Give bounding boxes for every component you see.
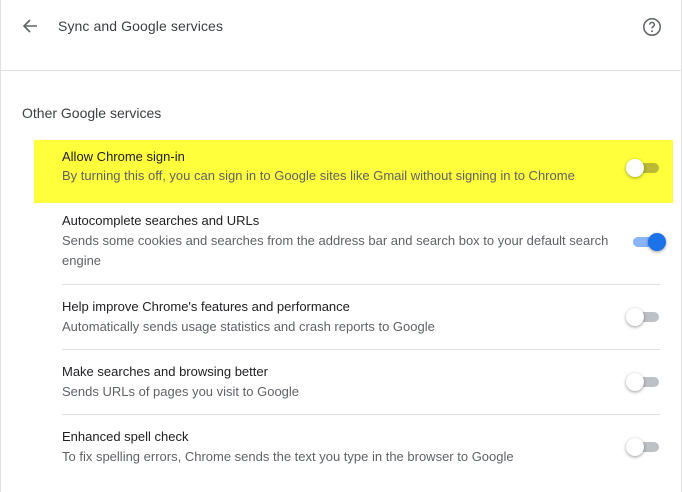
help-improve-toggle[interactable] bbox=[626, 307, 662, 327]
toggle-knob bbox=[648, 233, 666, 251]
setting-row-autocomplete[interactable]: Autocomplete searches and URLs Sends som… bbox=[34, 203, 673, 285]
setting-description: Automatically sends usage statistics and… bbox=[62, 319, 435, 334]
help-circle-icon bbox=[643, 18, 661, 36]
toggle-knob bbox=[626, 308, 644, 326]
setting-row-allow-chrome-sign-in[interactable]: Allow Chrome sign-in By turning this off… bbox=[34, 140, 673, 203]
page-header: Sync and Google services bbox=[1, 0, 681, 71]
settings-page: Sync and Google services Other Google se… bbox=[0, 0, 682, 492]
toggle-knob bbox=[626, 373, 644, 391]
setting-row-make-searches-better[interactable]: Make searches and browsing better Sends … bbox=[34, 350, 673, 414]
setting-row-help-improve[interactable]: Help improve Chrome's features and perfo… bbox=[34, 285, 673, 349]
back-button[interactable] bbox=[19, 15, 41, 37]
toggle-knob bbox=[626, 438, 644, 456]
toggle-knob bbox=[626, 159, 644, 177]
allow-chrome-sign-in-toggle[interactable] bbox=[626, 158, 662, 178]
setting-title: Autocomplete searches and URLs bbox=[62, 213, 260, 228]
help-button[interactable] bbox=[641, 16, 663, 38]
page-title: Sync and Google services bbox=[58, 18, 224, 34]
enhanced-spell-check-toggle[interactable] bbox=[626, 437, 662, 457]
arrow-back-icon bbox=[22, 19, 37, 33]
setting-title: Make searches and browsing better bbox=[62, 364, 268, 379]
setting-row-enhanced-spell-check[interactable]: Enhanced spell check To fix spelling err… bbox=[34, 415, 673, 479]
setting-description: Sends URLs of pages you visit to Google bbox=[62, 384, 300, 399]
setting-title: Allow Chrome sign-in bbox=[62, 149, 185, 164]
setting-title: Enhanced spell check bbox=[62, 429, 189, 444]
setting-description: By turning this off, you can sign in to … bbox=[62, 168, 575, 183]
section-title: Other Google services bbox=[22, 105, 162, 121]
make-searches-better-toggle[interactable] bbox=[626, 372, 662, 392]
setting-description: To fix spelling errors, Chrome sends the… bbox=[62, 449, 514, 464]
setting-description: Sends some cookies and searches from the… bbox=[62, 233, 609, 268]
setting-title: Help improve Chrome's features and perfo… bbox=[62, 299, 350, 314]
autocomplete-toggle[interactable] bbox=[630, 232, 666, 252]
